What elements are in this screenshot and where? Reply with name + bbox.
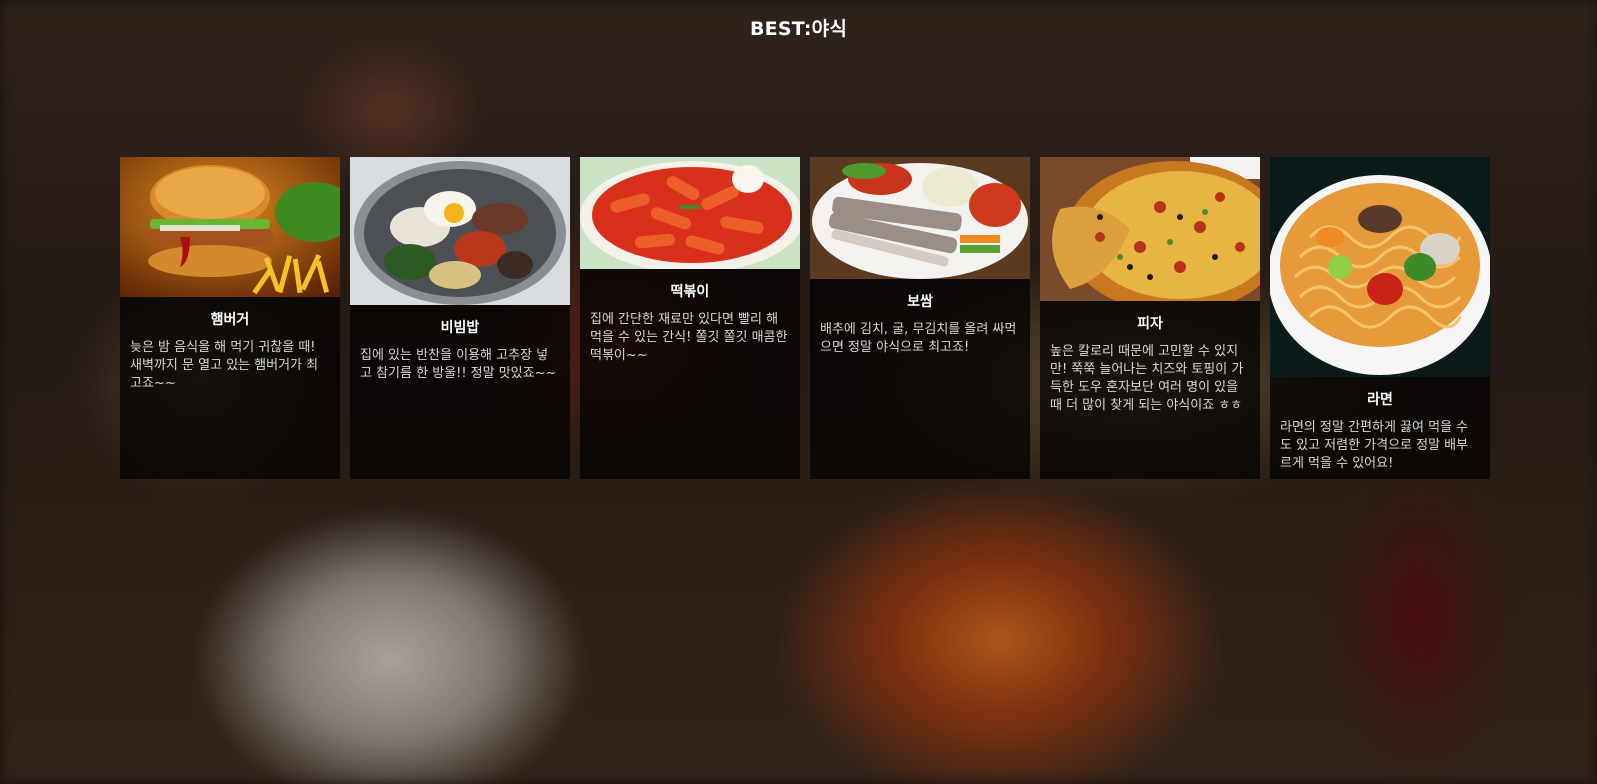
food-description: 라면의 정말 간편하게 끓여 먹을 수도 있고 저렴한 가격으로 정말 배부르게… bbox=[1280, 420, 1469, 471]
food-card-pizza[interactable]: 피자 높은 칼로리 때문에 고민할 수 있지만! 쭉쭉 늘어나는 치즈와 토핑이… bbox=[1040, 157, 1260, 479]
food-name: 보쌈 bbox=[907, 294, 933, 310]
bibimbap-photo bbox=[350, 157, 570, 305]
tteokbokki-photo bbox=[580, 157, 800, 269]
food-name: 비빔밥 bbox=[440, 320, 480, 336]
page-title: BEST:야식 bbox=[749, 18, 848, 40]
food-name: 피자 bbox=[1137, 316, 1163, 332]
food-name: 떡볶이 bbox=[670, 284, 710, 300]
food-description: 높은 칼로리 때문에 고민할 수 있지만! 쭉쭉 늘어나는 치즈와 토핑이 가득… bbox=[1050, 344, 1244, 413]
food-card-ramen[interactable]: 라면 라면의 정말 간편하게 끓여 먹을 수도 있고 저렴한 가격으로 정말 배… bbox=[1270, 157, 1490, 479]
food-name: 라면 bbox=[1367, 392, 1393, 408]
food-description: 늦은 밤 음식을 해 먹기 귀찮을 때! 새벽까지 문 열고 있는 햄버거가 최… bbox=[130, 340, 319, 391]
food-card-tteokbokki[interactable]: 떡볶이 집에 간단한 재료만 있다면 빨리 해 먹을 수 있는 간식! 쫄깃 쫄… bbox=[580, 157, 800, 479]
hamburger-photo bbox=[120, 157, 340, 297]
food-card-bibimbap[interactable]: 비빔밥 집에 있는 반찬을 이용해 고추장 넣고 참기름 한 방울!! 정말 맛… bbox=[350, 157, 570, 479]
food-description: 집에 있는 반찬을 이용해 고추장 넣고 참기름 한 방울!! 정말 맛있죠~~ bbox=[360, 348, 557, 381]
pizza-photo bbox=[1040, 157, 1260, 301]
food-description: 집에 간단한 재료만 있다면 빨리 해 먹을 수 있는 간식! 쫄깃 쫄깃 매콤… bbox=[590, 312, 788, 363]
ramen-photo bbox=[1270, 157, 1490, 377]
food-card-hamburger[interactable]: 햄버거 늦은 밤 음식을 해 먹기 귀찮을 때! 새벽까지 문 열고 있는 햄버… bbox=[120, 157, 340, 479]
food-card-bossam[interactable]: 보쌈 배추에 김치, 굴, 무김치를 올려 싸먹으면 정말 야식으로 최고죠! bbox=[810, 157, 1030, 479]
food-description: 배추에 김치, 굴, 무김치를 올려 싸먹으면 정말 야식으로 최고죠! bbox=[820, 322, 1017, 355]
food-card-list: 햄버거 늦은 밤 음식을 해 먹기 귀찮을 때! 새벽까지 문 열고 있는 햄버… bbox=[120, 157, 1490, 479]
bossam-photo bbox=[810, 157, 1030, 279]
food-name: 햄버거 bbox=[210, 312, 250, 328]
